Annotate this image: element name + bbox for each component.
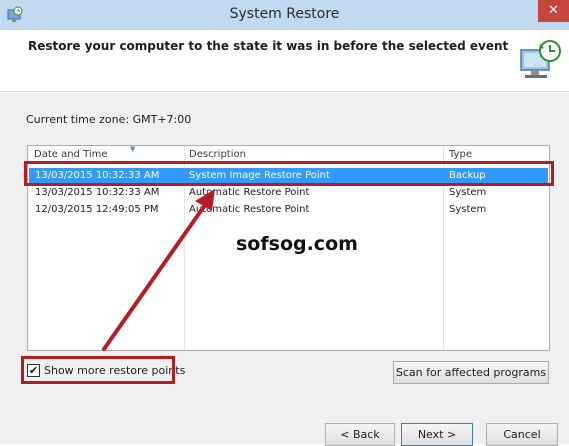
sort-arrow-icon: ▼: [130, 145, 136, 153]
watermark: sofsog.com: [236, 233, 358, 255]
row-description: Automatic Restore Point: [189, 187, 310, 198]
close-button[interactable]: ✕: [538, 0, 569, 22]
timezone-label: Current time zone: GMT+7:00: [26, 113, 192, 126]
table-row[interactable]: 12/03/2015 12:49:05 PM Automatic Restore…: [29, 202, 548, 219]
back-button[interactable]: < Back: [325, 423, 395, 446]
close-icon: ✕: [548, 3, 559, 18]
system-restore-window: System Restore ✕ Restore your computer t…: [0, 0, 569, 446]
row-type: System: [449, 187, 487, 198]
instruction-text: Restore your computer to the state it wa…: [28, 39, 509, 53]
content-area: Current time zone: GMT+7:00 ▼ Date and T…: [0, 93, 569, 446]
table-row[interactable]: 13/03/2015 10:32:33 AM Automatic Restore…: [29, 185, 548, 202]
title-bar[interactable]: System Restore ✕: [0, 0, 569, 30]
row-description: Automatic Restore Point: [189, 204, 310, 215]
column-header-description[interactable]: Description: [189, 149, 246, 160]
column-header-date[interactable]: Date and Time: [34, 149, 108, 160]
header-panel: Restore your computer to the state it wa…: [0, 30, 569, 92]
annotation-box-checkbox: [21, 356, 175, 384]
next-button[interactable]: Next >: [401, 423, 473, 446]
scan-affected-programs-button[interactable]: Scan for affected programs: [393, 361, 549, 384]
computer-restore-icon: [520, 40, 561, 78]
window-title: System Restore: [229, 6, 340, 22]
column-header-type[interactable]: Type: [449, 149, 472, 160]
row-date: 12/03/2015 12:49:05 PM: [35, 204, 159, 215]
annotation-box-row: [24, 161, 554, 186]
row-type: System: [449, 204, 487, 215]
row-date: 13/03/2015 10:32:33 AM: [35, 187, 160, 198]
cancel-button[interactable]: Cancel: [486, 423, 558, 446]
